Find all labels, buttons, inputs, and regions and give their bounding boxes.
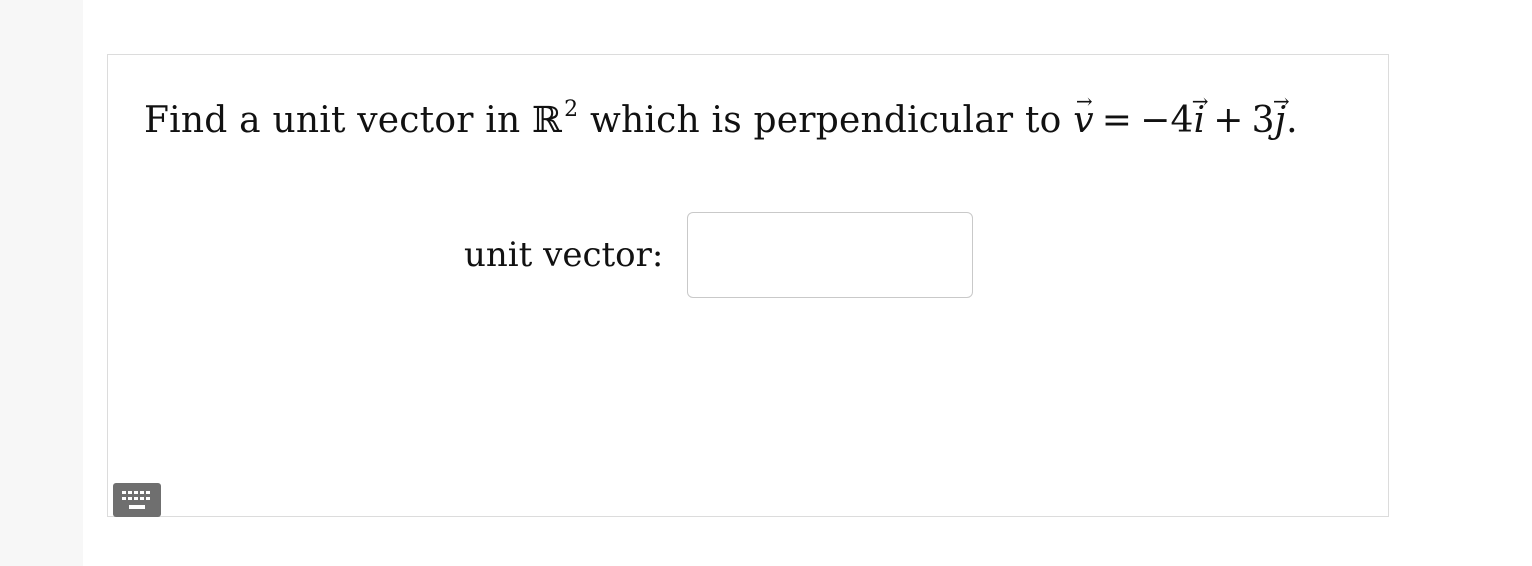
question-card: Find a unit vector in ℝ2 which is perpen… — [107, 54, 1389, 517]
plus-sign: + — [1213, 100, 1244, 141]
unit-vector-j: j — [1275, 95, 1286, 147]
prompt-text-start: Find a unit vector in — [144, 100, 521, 141]
keyboard-icon — [122, 491, 150, 509]
answer-row: unit vector: — [464, 212, 974, 298]
question-prompt: Find a unit vector in ℝ2 which is perpen… — [144, 95, 1298, 152]
unit-vector-i: i — [1194, 95, 1206, 147]
unit-vector-input[interactable] — [687, 212, 974, 298]
real-space-symbol: ℝ — [532, 100, 563, 141]
prompt-text-middle: which is perpendicular to — [590, 100, 1062, 141]
answer-label: unit vector: — [464, 235, 664, 275]
space-exponent: 2 — [564, 97, 579, 122]
keyboard-button[interactable] — [113, 483, 161, 517]
left-gutter — [0, 0, 83, 566]
equals-sign: = — [1101, 100, 1133, 141]
coefficient-i: −4 — [1140, 100, 1194, 141]
coefficient-j: 3 — [1251, 100, 1275, 141]
vector-v: v — [1073, 95, 1094, 147]
